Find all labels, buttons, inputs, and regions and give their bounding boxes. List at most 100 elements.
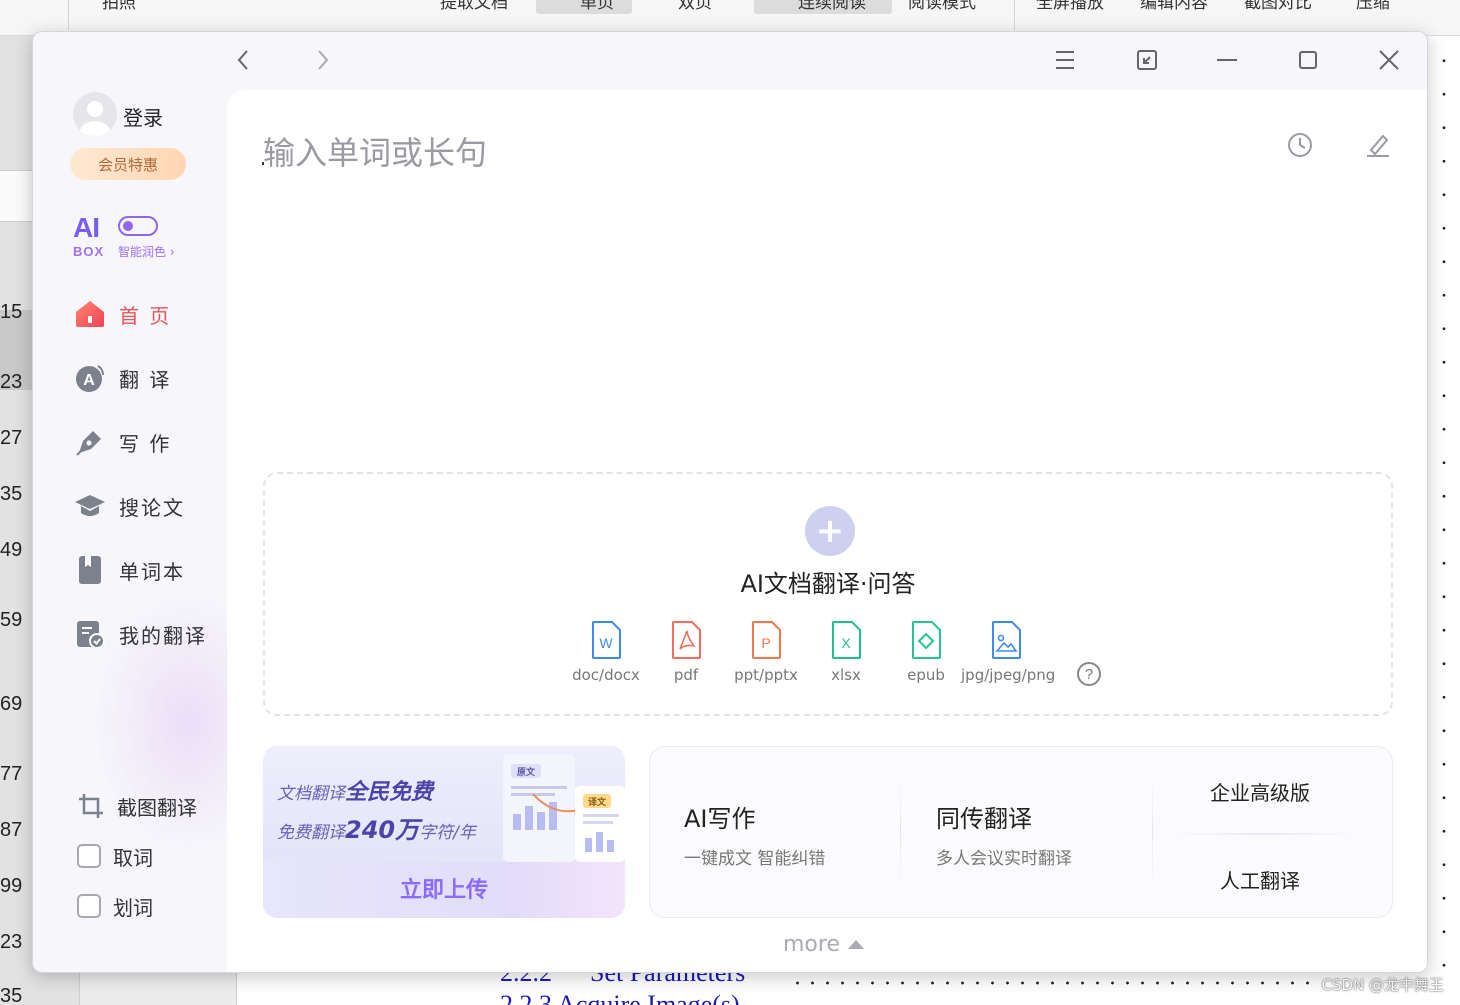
bg-toolbar-item[interactable]: 压缩 (1356, 0, 1390, 13)
bg-toolbar-item[interactable]: 连续阅读 (798, 0, 866, 13)
more-button[interactable]: more (783, 932, 864, 957)
select-word-toggle[interactable]: 划词 (77, 888, 153, 924)
file-type-ppt: P ppt/pptx (721, 620, 811, 690)
bg-toolbar-item[interactable]: 拍照 (102, 0, 136, 13)
promo-line1: 文档翻译全民免费 (277, 774, 433, 806)
file-type-label: pdf (673, 666, 699, 684)
promo-text: 字符/年 (419, 823, 476, 843)
watermark: CSDN @龙中舞王 (1321, 976, 1444, 994)
upload-title: AI文档翻译·问答 (740, 570, 916, 598)
bg-toolbar-item[interactable]: 单页 (580, 0, 614, 13)
main-panel: 输入单词或长句 + AI文档翻译·问答 W doc/docx pdf P ppt… (227, 90, 1427, 972)
login-link[interactable]: 登录 (123, 102, 163, 131)
pdf-file-icon (669, 620, 703, 660)
epub-file-icon (909, 620, 943, 660)
home-icon (73, 297, 107, 331)
feature-simultaneous-translation[interactable]: 同传翻译 多人会议实时翻译 (936, 799, 1072, 869)
aibox-logo-ai: AI (73, 212, 100, 243)
aibox-logo-box: BOX (73, 244, 105, 259)
enterprise-edition-link[interactable]: 企业高级版 (1162, 777, 1358, 806)
aibox-polish-toggle[interactable]: AI BOX 智能润色 › (73, 212, 193, 262)
bg-toolbar-item[interactable]: 编辑内容 (1140, 0, 1208, 13)
bg-toc-subheading: 2.2.3 Acquire Image(s) (500, 990, 740, 1005)
nav-translate[interactable]: A 翻 译 (73, 358, 233, 398)
bg-line-number: 35 (0, 985, 23, 1005)
promo-line2: 免费翻译240万字符/年 (277, 810, 476, 845)
document-upload-dropzone[interactable]: + AI文档翻译·问答 W doc/docx pdf P ppt/pptx X … (263, 472, 1393, 716)
human-translation-link[interactable]: 人工翻译 (1162, 865, 1358, 894)
nav-wordbook[interactable]: 单词本 (73, 550, 233, 590)
feature-title: 同传翻译 (936, 805, 1032, 833)
bg-toolbar-item[interactable]: 双页 (678, 0, 712, 13)
feature-subtitle: 多人会议实时翻译 (936, 849, 1072, 869)
promo-highlight: 240万 (345, 816, 420, 844)
screenshot-translate[interactable]: 截图翻译 (77, 788, 197, 824)
feature-divider (1172, 833, 1358, 835)
bg-toolbar-item[interactable]: 提取文档 (440, 0, 508, 13)
bg-line-number: 27 (0, 427, 23, 449)
graduation-cap-icon (73, 489, 107, 523)
maximize-icon[interactable] (1294, 46, 1322, 74)
feature-ai-writing[interactable]: AI写作 一键成文 智能纠错 (684, 799, 825, 869)
tool-label: 取词 (113, 845, 153, 870)
bg-toolbar-item[interactable]: 全屏播放 (1036, 0, 1104, 13)
svg-text:原文: 原文 (517, 766, 536, 778)
close-icon[interactable] (1375, 46, 1403, 74)
promo-card[interactable]: 文档翻译全民免费 免费翻译240万字符/年 原文 译文 立即上传 (263, 746, 625, 918)
checkbox[interactable] (77, 894, 101, 918)
checkbox[interactable] (77, 844, 101, 868)
bg-line-number: 69 (0, 693, 23, 715)
capture-word-toggle[interactable]: 取词 (77, 838, 153, 874)
nav-my-translations[interactable]: 我的翻译 (73, 614, 233, 654)
svg-text:W: W (599, 635, 613, 651)
bg-line-number: 35 (0, 483, 23, 505)
feature-divider (900, 777, 901, 887)
file-type-image: jpg/jpeg/png (961, 620, 1056, 690)
upload-now-button[interactable]: 立即上传 (263, 872, 625, 904)
more-label: more (783, 932, 840, 957)
bg-toc-leader-dots (790, 976, 1310, 990)
file-type-label: epub (907, 666, 945, 684)
minimize-icon[interactable] (1213, 46, 1241, 74)
toggle-switch[interactable] (118, 216, 158, 236)
nav-write[interactable]: 写 作 (73, 422, 233, 462)
avatar[interactable] (73, 92, 117, 136)
back-icon[interactable] (229, 46, 257, 74)
history-icon[interactable] (1285, 130, 1315, 160)
vip-offer-button[interactable]: 会员特惠 (70, 148, 186, 180)
bg-gutter-block (0, 170, 34, 222)
tool-label: 截图翻译 (117, 795, 197, 820)
aibox-label[interactable]: 智能润色 › (118, 243, 175, 260)
file-type-label: jpg/jpeg/png (961, 666, 1056, 684)
nav-home[interactable]: 首 页 (73, 294, 233, 334)
handwriting-icon[interactable] (1363, 130, 1393, 160)
nav-label: 首 页 (119, 303, 172, 328)
pen-icon (73, 425, 107, 459)
nav-search-papers[interactable]: 搜论文 (73, 486, 233, 526)
bg-line-number: 59 (0, 609, 23, 631)
translate-icon: A (73, 361, 107, 395)
feature-title: AI写作 (684, 805, 756, 833)
nav-label: 我的翻译 (119, 623, 207, 648)
file-type-doc: W doc/docx (561, 620, 651, 690)
search-input[interactable]: 输入单词或长句 (263, 128, 487, 174)
file-type-label: ppt/pptx (734, 666, 798, 684)
file-type-xlsx: X xlsx (801, 620, 891, 690)
bg-toolbar-item[interactable]: 截图对比 (1244, 0, 1312, 13)
bg-toolbar-item[interactable]: 阅读模式 (908, 0, 976, 13)
nav-label: 翻 译 (119, 367, 172, 392)
bg-line-number: 49 (0, 539, 23, 561)
bg-line-number: 23 (0, 931, 23, 953)
tool-label: 划词 (113, 895, 153, 920)
add-file-icon[interactable]: + (805, 506, 855, 556)
mini-mode-icon[interactable] (1133, 46, 1161, 74)
bg-toolbar-divider (1014, 0, 1015, 30)
bg-line-number: 15 (0, 301, 23, 323)
menu-icon[interactable] (1051, 46, 1079, 74)
svg-text:P: P (761, 635, 770, 651)
forward-icon[interactable] (309, 46, 337, 74)
dictionary-window: 登录 会员特惠 AI BOX 智能润色 › 首 页 A 翻 译 写 作 搜论文 (32, 31, 1428, 973)
crop-icon (77, 789, 105, 823)
svg-text:X: X (841, 635, 851, 651)
help-icon[interactable]: ? (1077, 662, 1101, 686)
